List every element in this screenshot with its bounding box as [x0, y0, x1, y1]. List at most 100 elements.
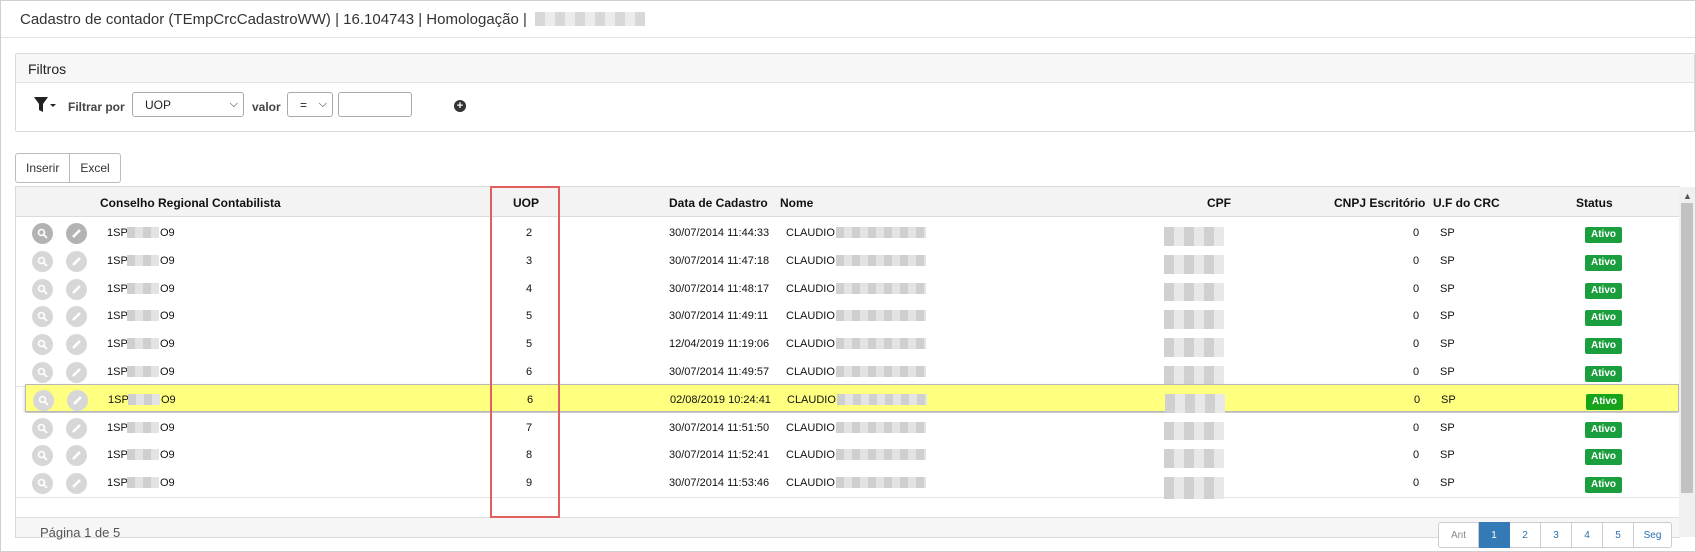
- redacted-crc: [127, 477, 159, 489]
- table-row[interactable]: 1SP O9 6 30/07/2014 11:49:57 CLAUDIO 0 SP Ativo: [16, 357, 1679, 388]
- cell-crc-prefix: 1SP: [107, 310, 128, 323]
- grid-header: Conselho Regional Contabilista UOP Data …: [16, 187, 1679, 217]
- redacted-nome: [836, 310, 926, 322]
- magnifier-icon[interactable]: [32, 473, 53, 495]
- cell-cnpj: 0: [1413, 282, 1420, 295]
- cell-crc-suffix: O9: [160, 282, 175, 295]
- cell-crc-suffix: O9: [160, 421, 175, 434]
- magnifier-icon[interactable]: [32, 445, 53, 467]
- cell-data-cadastro: 30/07/2014 11:44:33: [669, 227, 770, 239]
- status-badge: Ativo: [1585, 449, 1622, 466]
- magnifier-icon[interactable]: [32, 278, 53, 300]
- cell-crc-prefix: 1SP: [107, 421, 128, 434]
- scrollbar-thumb[interactable]: [1681, 203, 1693, 493]
- status-badge: Ativo: [1585, 254, 1622, 271]
- pencil-icon[interactable]: [67, 389, 88, 411]
- redacted-crc: [127, 282, 159, 294]
- pager-page[interactable]: 2: [1510, 522, 1541, 548]
- magnifier-icon[interactable]: [32, 334, 53, 356]
- redacted-nome: [836, 282, 926, 294]
- excel-button[interactable]: Excel: [70, 153, 121, 183]
- column-header-uf[interactable]: U.F do CRC: [1433, 196, 1500, 210]
- redacted-crc: [128, 393, 160, 405]
- column-header-cpf[interactable]: CPF: [1207, 196, 1231, 210]
- table-row[interactable]: 1SP O9 8 30/07/2014 11:52:41 CLAUDIO 0 SP Ativo: [16, 440, 1679, 472]
- grid-footer: [16, 517, 1679, 537]
- redacted-crc: [127, 421, 159, 433]
- pager-page[interactable]: 4: [1572, 522, 1603, 548]
- magnifier-icon[interactable]: [32, 306, 53, 328]
- vertical-scrollbar[interactable]: ▲: [1679, 187, 1695, 537]
- cell-crc-suffix: O9: [160, 310, 175, 323]
- table-row[interactable]: 1SP O9 7 30/07/2014 11:51:50 CLAUDIO 0 SP Ativo: [16, 412, 1679, 444]
- operator-select[interactable]: = ⌵: [287, 92, 333, 117]
- cell-uf: SP: [1441, 393, 1456, 406]
- table-row[interactable]: 1SP O9 5 30/07/2014 11:49:11 CLAUDIO 0 SP Ativo: [16, 301, 1679, 333]
- pencil-icon[interactable]: [66, 445, 87, 467]
- redacted-nome: [837, 393, 927, 405]
- funnel-icon[interactable]: [33, 94, 57, 116]
- pencil-icon[interactable]: [66, 473, 87, 495]
- column-header-uop[interactable]: UOP: [513, 196, 539, 210]
- chevron-down-icon: ⌵: [229, 98, 238, 110]
- filter-field-value: UOP: [145, 98, 172, 112]
- cell-data-cadastro: 30/07/2014 11:49:57: [669, 366, 770, 378]
- cell-uop: 5: [526, 310, 533, 323]
- pager-prev[interactable]: Ant: [1438, 522, 1479, 548]
- column-header-cnpj[interactable]: CNPJ Escritório: [1334, 196, 1425, 210]
- cell-crc-suffix: O9: [160, 366, 175, 378]
- table-row[interactable]: 1SP O9 5 12/04/2019 11:19:06 CLAUDIO 0 SP Ativo: [16, 329, 1679, 361]
- filter-field-select[interactable]: UOP ⌵: [132, 92, 244, 117]
- cell-crc-prefix: 1SP: [107, 282, 128, 295]
- cell-uop: 7: [526, 421, 533, 434]
- magnifier-icon[interactable]: [33, 389, 54, 411]
- page-info: Página 1 de 5: [40, 525, 121, 540]
- cell-cnpj: 0: [1413, 477, 1420, 490]
- filter-value-input[interactable]: [338, 92, 412, 117]
- pencil-icon[interactable]: [66, 334, 87, 356]
- status-badge: Ativo: [1585, 421, 1622, 438]
- pencil-icon[interactable]: [66, 417, 87, 439]
- magnifier-icon[interactable]: [32, 223, 53, 244]
- pager-page[interactable]: 5: [1603, 522, 1634, 548]
- pencil-icon[interactable]: [66, 278, 87, 300]
- table-row[interactable]: 1SP O9 2 30/07/2014 11:44:33 CLAUDIO 0 SP Ativo: [16, 218, 1679, 249]
- cell-nome: CLAUDIO: [786, 282, 835, 295]
- cell-uop: 6: [527, 393, 534, 406]
- table-row[interactable]: 1SP O9 3 30/07/2014 11:47:18 CLAUDIO 0 SP Ativo: [16, 245, 1679, 277]
- cell-data-cadastro: 30/07/2014 11:53:46: [669, 477, 770, 490]
- pager-page[interactable]: 3: [1541, 522, 1572, 548]
- pager-page[interactable]: 1: [1479, 522, 1510, 548]
- cell-crc-prefix: 1SP: [107, 227, 128, 239]
- pencil-icon[interactable]: [66, 362, 87, 383]
- pencil-icon[interactable]: [66, 223, 87, 244]
- magnifier-icon[interactable]: [32, 362, 53, 383]
- column-header-nome[interactable]: Nome: [780, 196, 813, 210]
- cell-nome: CLAUDIO: [786, 310, 835, 323]
- pencil-icon[interactable]: [66, 250, 87, 272]
- cell-crc-prefix: 1SP: [107, 366, 128, 378]
- magnifier-icon[interactable]: [32, 250, 53, 272]
- filters-heading: Filtros: [16, 54, 1694, 83]
- pager-next[interactable]: Seg: [1634, 522, 1672, 548]
- cell-uf: SP: [1440, 366, 1455, 378]
- redacted-nome: [836, 254, 926, 266]
- cell-data-cadastro: 30/07/2014 11:48:17: [669, 282, 770, 295]
- column-header-crc[interactable]: Conselho Regional Contabilista: [100, 196, 281, 210]
- insert-button[interactable]: Inserir: [15, 153, 71, 183]
- filters-panel: Filtros Filtrar por UOP ⌵ valor = ⌵ +: [15, 53, 1695, 132]
- magnifier-icon[interactable]: [32, 417, 53, 439]
- cell-nome: CLAUDIO: [786, 254, 835, 267]
- plus-circle-icon[interactable]: +: [454, 100, 466, 112]
- table-row[interactable]: 1SP O9 4 30/07/2014 11:48:17 CLAUDIO 0 SP Ativo: [16, 273, 1679, 305]
- column-header-status[interactable]: Status: [1576, 196, 1613, 210]
- value-label: valor: [252, 100, 281, 114]
- table-row[interactable]: 1SP O9 9 30/07/2014 11:53:46 CLAUDIO 0 SP Ativo: [16, 468, 1679, 500]
- scroll-up-icon[interactable]: ▲: [1683, 191, 1692, 201]
- cell-data-cadastro: 30/07/2014 11:49:11: [669, 310, 769, 323]
- cell-uf: SP: [1440, 477, 1455, 490]
- column-header-data-cadastro[interactable]: Data de Cadastro: [669, 196, 768, 210]
- cell-crc-suffix: O9: [160, 227, 175, 239]
- pencil-icon[interactable]: [66, 306, 87, 328]
- table-row[interactable]: 1SP O9 6 02/08/2019 10:24:41 CLAUDIO 0 SP Ativo: [25, 383, 1679, 416]
